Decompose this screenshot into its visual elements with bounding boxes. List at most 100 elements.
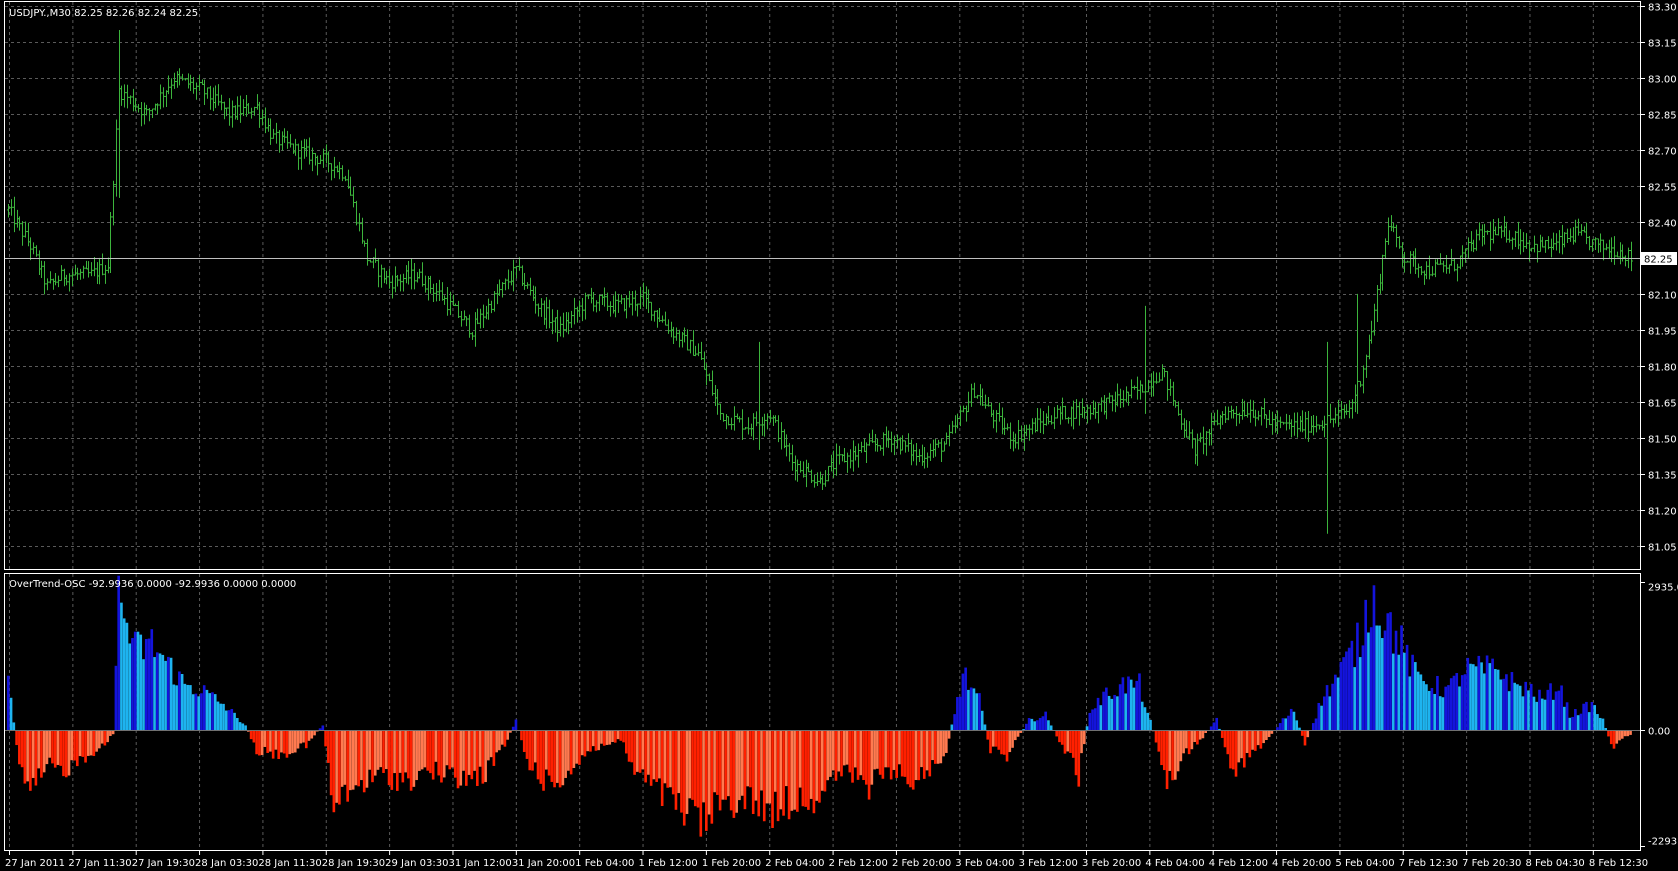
oscillator-bar	[1364, 599, 1368, 731]
oscillator-bar	[1292, 711, 1296, 731]
oscillator-bar	[837, 730, 841, 772]
oscillator-bar	[1524, 681, 1528, 731]
oscillator-bar	[142, 659, 145, 731]
oscillator-bar	[757, 730, 761, 817]
oscillator-bar	[1171, 730, 1174, 781]
oscillator-bar	[978, 693, 981, 731]
oscillator-bar	[878, 730, 882, 775]
oscillator-bar	[782, 730, 785, 816]
oscillator-bar	[564, 730, 567, 778]
oscillator-bar	[1242, 730, 1246, 768]
oscillator-bar	[840, 730, 843, 777]
oscillator-bar	[580, 730, 584, 756]
oscillator-bar	[991, 730, 995, 747]
oscillator-bar	[1033, 721, 1036, 731]
oscillator-bar	[87, 730, 90, 756]
oscillator-bar	[1303, 730, 1307, 746]
oscillator-bar	[1474, 666, 1478, 731]
oscillator-bar	[1196, 730, 1199, 745]
oscillator-bar	[1185, 730, 1188, 749]
oscillator-bar	[442, 730, 446, 778]
oscillator-bar	[881, 730, 885, 779]
oscillator-bar	[790, 730, 794, 811]
oscillator-bar	[1483, 673, 1486, 731]
oscillator-bar	[779, 730, 783, 810]
oscillator-bar	[420, 730, 424, 770]
oscillator-bar	[291, 730, 294, 754]
time-tick-label: 28 Jan 11:30	[258, 858, 321, 869]
oscillator-bar	[1394, 630, 1398, 731]
oscillator-bar	[396, 730, 399, 791]
oscillator-bar	[975, 693, 978, 731]
oscillator-bar	[1618, 730, 1621, 741]
oscillator-bar	[100, 730, 104, 744]
price-tick-label: 83.00	[1648, 75, 1677, 86]
oscillator-bar	[660, 730, 664, 807]
oscillator-bar	[1193, 730, 1196, 742]
oscillator-bar	[213, 694, 217, 731]
oscillator-bar	[349, 730, 352, 791]
oscillator-bar	[1082, 730, 1086, 745]
oscillator-bar	[680, 730, 683, 813]
oscillator-tick-label: 2935.08	[1648, 583, 1678, 594]
oscillator-bar	[972, 688, 976, 731]
oscillator-bar	[1414, 662, 1417, 731]
oscillator-bar	[842, 730, 846, 766]
oscillator-bar	[1276, 727, 1279, 731]
oscillator-bar	[249, 730, 253, 740]
oscillator-bar	[641, 730, 645, 770]
oscillator-bar	[194, 693, 198, 731]
oscillator-bar	[147, 638, 151, 731]
oscillator-bar	[1063, 730, 1067, 754]
oscillator-bar	[263, 730, 267, 747]
oscillator-bar	[40, 730, 43, 778]
price-tick-label: 81.05	[1648, 543, 1677, 554]
oscillator-bar	[500, 730, 504, 745]
oscillator-bar	[178, 671, 181, 731]
oscillator-bar	[1375, 625, 1379, 731]
oscillator-bar	[1386, 613, 1390, 731]
oscillator-bar	[876, 730, 879, 769]
oscillator-bar	[829, 730, 832, 777]
oscillator-bar	[31, 730, 35, 778]
oscillator-bar	[1427, 690, 1431, 731]
oscillator-bar	[1336, 677, 1340, 731]
oscillator-bar	[1433, 693, 1436, 731]
time-tick-label: 31 Jan 20:00	[512, 858, 575, 869]
oscillator-bar	[583, 730, 587, 757]
oscillator-bar	[398, 730, 402, 773]
oscillator-bar	[64, 730, 68, 778]
oscillator-bar	[1593, 705, 1596, 731]
oscillator-bar	[624, 730, 628, 754]
oscillator-bar	[693, 730, 697, 807]
oscillator-bar	[732, 730, 736, 818]
oscillator-bar	[1179, 730, 1183, 762]
oscillator-bar	[75, 730, 79, 767]
oscillator-bar	[925, 730, 929, 771]
oscillator-bar	[1055, 730, 1059, 737]
price-tick-label: 82.10	[1648, 291, 1677, 302]
oscillator-bar	[931, 730, 934, 761]
oscillator-bar	[994, 730, 998, 747]
oscillator-bar	[586, 730, 589, 752]
oscillator-bar	[826, 730, 830, 781]
time-tick-label: 28 Jan 03:30	[195, 858, 258, 869]
oscillator-bar	[62, 730, 65, 777]
oscillator-bar	[553, 730, 556, 788]
oscillator-bar	[705, 730, 708, 831]
oscillator-bar	[1554, 691, 1558, 731]
oscillator-bar	[525, 730, 529, 759]
time-tick-label: 4 Feb 20:00	[1272, 858, 1331, 869]
oscillator-bar	[1265, 730, 1268, 741]
oscillator-bar	[589, 730, 592, 752]
oscillator-bar	[1284, 718, 1287, 731]
oscillator-bar	[1311, 723, 1315, 731]
price-tick-label: 81.65	[1648, 399, 1677, 410]
oscillator-bar	[200, 693, 203, 731]
oscillator-bar	[947, 730, 951, 739]
oscillator-bar	[980, 710, 984, 731]
oscillator-bar	[224, 710, 228, 731]
oscillator-bar	[238, 722, 242, 731]
oscillator-bar	[1071, 730, 1075, 758]
oscillator-bar	[1262, 730, 1265, 744]
